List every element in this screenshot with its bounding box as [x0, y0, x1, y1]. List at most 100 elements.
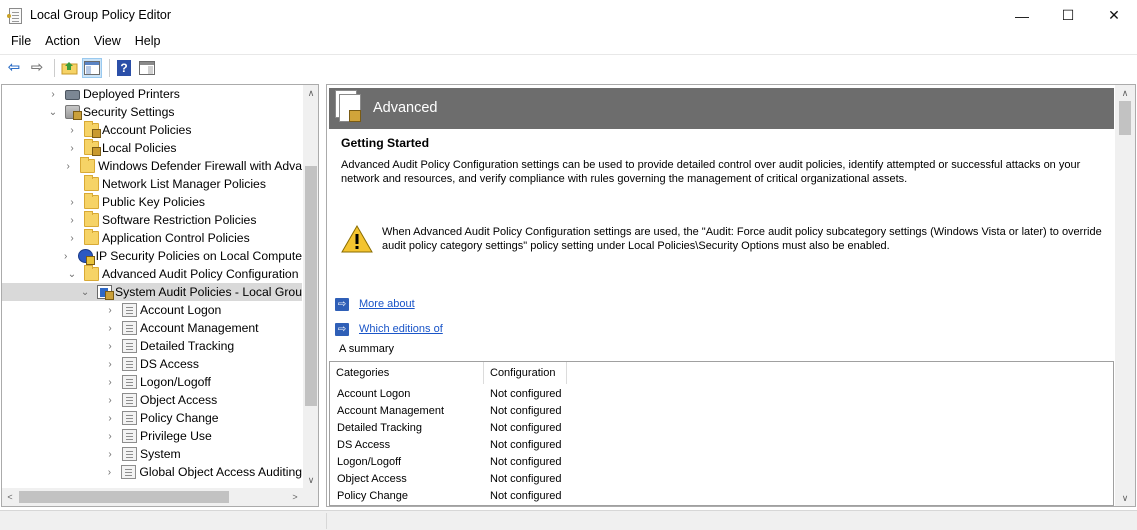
category-cell: Object Access	[337, 473, 407, 485]
minimize-button[interactable]: —	[999, 0, 1045, 31]
policy-icon	[122, 375, 137, 389]
tree-item-logon-logoff[interactable]: › Logon/Logoff	[2, 373, 302, 391]
toolbar-separator	[54, 58, 55, 77]
scroll-right-arrow-icon[interactable]: >	[287, 488, 303, 506]
tree-item-account-logon[interactable]: › Account Logon	[2, 301, 302, 319]
lock-folder-icon	[84, 121, 101, 138]
column-header-categories[interactable]: Categories	[330, 362, 484, 384]
expand-icon[interactable]: ›	[105, 395, 115, 406]
expand-icon[interactable]: ›	[63, 161, 73, 172]
expand-icon[interactable]: ›	[61, 251, 71, 262]
tree-item-account-policies[interactable]: › Account Policies	[2, 121, 302, 139]
expand-icon[interactable]: ›	[48, 89, 58, 100]
back-button[interactable]: ⇦	[4, 58, 24, 78]
tree-item-label: Policy Change	[140, 411, 219, 425]
policy-icon	[122, 393, 137, 407]
scroll-down-arrow-icon[interactable]: ∨	[303, 472, 318, 488]
collapse-icon[interactable]: ⌄	[48, 107, 58, 118]
tree-item-advanced-audit-policy[interactable]: ⌄ Advanced Audit Policy Configuration	[2, 265, 302, 283]
scroll-up-arrow-icon[interactable]: ∧	[1115, 85, 1135, 101]
tree-item-label: Advanced Audit Policy Configuration	[102, 267, 299, 281]
maximize-button[interactable]: ☐	[1045, 0, 1091, 31]
expand-icon[interactable]: ›	[105, 449, 115, 460]
collapse-icon[interactable]: ⌄	[80, 287, 90, 298]
expand-icon[interactable]: ›	[105, 305, 115, 316]
tree-item-windows-defender-firewall[interactable]: › Windows Defender Firewall with Adva	[2, 157, 302, 175]
expand-icon[interactable]: ›	[105, 413, 115, 424]
console-tree[interactable]: › Deployed Printers ⌄ Security Settings …	[1, 84, 319, 507]
more-about-link[interactable]: More about	[359, 298, 415, 310]
tree-item-system[interactable]: › System	[2, 445, 302, 463]
tree-item-public-key-policies[interactable]: › Public Key Policies	[2, 193, 302, 211]
expand-icon[interactable]: ›	[105, 323, 115, 334]
expand-icon[interactable]: ›	[67, 233, 77, 244]
tree-item-deployed-printers[interactable]: › Deployed Printers	[2, 85, 302, 103]
tree-item-network-list-manager[interactable]: Network List Manager Policies	[2, 175, 302, 193]
expand-icon[interactable]: ›	[67, 125, 77, 136]
tree-item-system-audit-policies[interactable]: ⌄ System Audit Policies - Local Grou	[2, 283, 302, 301]
tree-item-global-object-access-auditing[interactable]: › Global Object Access Auditing	[2, 463, 302, 481]
tree-item-policy-change[interactable]: › Policy Change	[2, 409, 302, 427]
collapse-icon[interactable]: ⌄	[67, 269, 77, 280]
scroll-up-arrow-icon[interactable]: ∧	[303, 85, 318, 101]
action-pane-icon	[139, 60, 155, 75]
toolbar-separator	[109, 58, 110, 77]
which-editions-link[interactable]: Which editions of	[359, 323, 443, 335]
details-header: Advanced	[329, 88, 1114, 129]
expand-icon[interactable]: ›	[105, 341, 115, 352]
expand-icon[interactable]: ›	[67, 143, 77, 154]
scrollbar-thumb[interactable]	[19, 491, 229, 503]
link-arrow-icon: ⇨	[335, 297, 349, 311]
status-bar	[0, 510, 1137, 530]
menu-view[interactable]: View	[87, 31, 128, 53]
tree-item-label: System	[140, 447, 181, 461]
column-header-configuration[interactable]: Configuration	[484, 362, 567, 384]
expand-icon[interactable]: ›	[105, 377, 115, 388]
summary-table: Categories Configuration Account Logon N…	[329, 361, 1114, 506]
tree-vertical-scrollbar[interactable]: ∧ ∨	[303, 85, 318, 488]
more-about-link-row[interactable]: ⇨ More about	[335, 296, 415, 312]
tree-item-ip-security-policies[interactable]: › IP Security Policies on Local Compute	[2, 247, 302, 265]
tree-horizontal-scrollbar[interactable]: < >	[2, 488, 303, 506]
menu-file[interactable]: File	[4, 31, 38, 53]
details-header-title: Advanced	[373, 100, 438, 116]
scrollbar-thumb[interactable]	[305, 166, 317, 406]
expand-icon[interactable]: ›	[67, 197, 77, 208]
scroll-left-arrow-icon[interactable]: <	[2, 488, 18, 506]
show-hide-console-tree-button[interactable]	[82, 57, 102, 78]
tree-item-local-policies[interactable]: › Local Policies	[2, 139, 302, 157]
up-one-level-button[interactable]	[59, 58, 79, 78]
tree-item-privilege-use[interactable]: › Privilege Use	[2, 427, 302, 445]
tree-item-application-control[interactable]: › Application Control Policies	[2, 229, 302, 247]
policy-icon	[122, 411, 137, 425]
expand-icon[interactable]: ›	[105, 359, 115, 370]
menu-help[interactable]: Help	[128, 31, 168, 53]
expand-icon[interactable]: ›	[104, 467, 114, 478]
scrollbar-thumb[interactable]	[1119, 101, 1131, 135]
tree-item-detailed-tracking[interactable]: › Detailed Tracking	[2, 337, 302, 355]
expand-icon[interactable]: ›	[67, 215, 77, 226]
scroll-down-arrow-icon[interactable]: ∨	[1115, 490, 1135, 506]
menu-action[interactable]: Action	[38, 31, 87, 53]
show-hide-action-pane-button[interactable]	[137, 58, 157, 78]
policy-icon	[122, 357, 137, 371]
table-row: Account Logon Not configured	[330, 386, 730, 403]
configuration-cell: Not configured	[490, 456, 562, 468]
help-button[interactable]: ?	[114, 58, 134, 78]
tree-item-security-settings[interactable]: ⌄ Security Settings	[2, 103, 302, 121]
tree-item-ds-access[interactable]: › DS Access	[2, 355, 302, 373]
expand-icon[interactable]: ›	[105, 431, 115, 442]
details-vertical-scrollbar[interactable]: ∧ ∨	[1115, 85, 1135, 506]
tree-item-software-restriction[interactable]: › Software Restriction Policies	[2, 211, 302, 229]
close-button[interactable]: ✕	[1091, 0, 1137, 31]
tree-item-object-access[interactable]: › Object Access	[2, 391, 302, 409]
tree-item-label: Network List Manager Policies	[102, 177, 266, 191]
title-bar: Local Group Policy Editor — ☐ ✕	[0, 0, 1137, 31]
tree-item-label: Logon/Logoff	[140, 375, 211, 389]
tree-item-label: Account Policies	[102, 123, 192, 137]
tree-item-account-management[interactable]: › Account Management	[2, 319, 302, 337]
forward-button[interactable]: ⇨	[27, 58, 47, 78]
which-editions-link-row[interactable]: ⇨ Which editions of	[335, 321, 443, 337]
folder-icon	[84, 193, 99, 209]
tree-item-label: Public Key Policies	[102, 195, 205, 209]
